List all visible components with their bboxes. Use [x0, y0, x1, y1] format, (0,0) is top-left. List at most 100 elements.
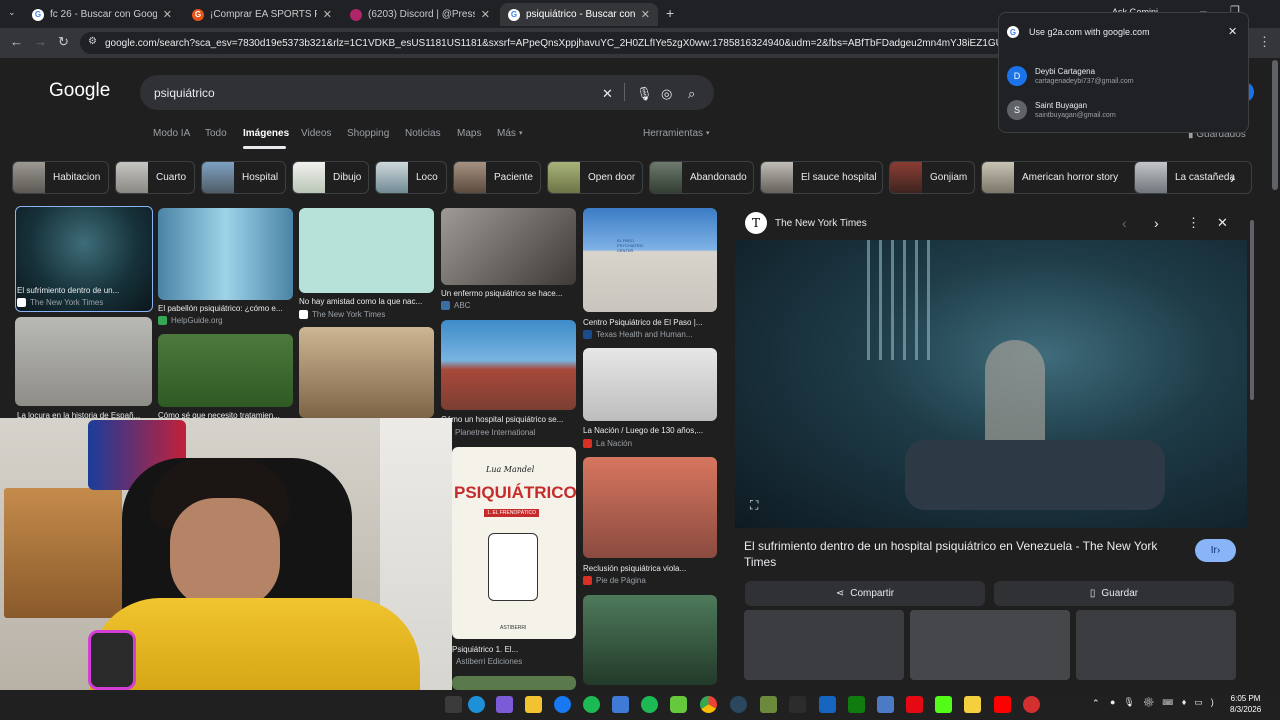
result-image-3[interactable] — [299, 208, 434, 293]
result-image-2[interactable] — [158, 208, 293, 300]
tab-videos[interactable]: Videos — [301, 128, 331, 139]
lens-search-icon[interactable]: ⛶ — [750, 498, 758, 513]
tab-modo-ia[interactable]: Modo IA — [153, 128, 190, 139]
netflix-icon[interactable] — [906, 696, 923, 713]
panel-source[interactable]: T The New York Times — [745, 212, 867, 234]
result-image-5[interactable]: EL PASO PSYCHIATRIC CENTER — [583, 208, 717, 312]
result-image-9[interactable] — [583, 348, 717, 421]
preview-image[interactable]: ⛶ — [735, 240, 1247, 528]
result-image-4[interactable] — [441, 208, 576, 285]
back-arrow-icon[interactable]: ← — [10, 34, 23, 49]
browser-tab-discord[interactable]: (6203) Discord | @Pressure ✕ — [342, 3, 498, 26]
app-icon[interactable] — [612, 696, 629, 713]
result-image-12[interactable] — [583, 595, 717, 685]
photos-icon[interactable] — [877, 696, 894, 713]
chip-el-sauce-hospital[interactable]: El sauce hospital — [760, 161, 883, 194]
close-icon[interactable]: ✕ — [1217, 215, 1228, 231]
new-tab-icon[interactable]: + — [666, 5, 674, 21]
chip-dibujo[interactable]: Dibujo — [292, 161, 369, 194]
go-button[interactable]: Ir › — [1195, 539, 1236, 562]
close-tab-icon[interactable]: ✕ — [481, 8, 490, 21]
result-caption[interactable]: Psiquiátrico 1. El... — [452, 645, 576, 654]
result-caption[interactable]: Un enfermo psiquiátrico se hace... — [441, 289, 576, 298]
steam-icon[interactable] — [730, 696, 747, 713]
google-logo[interactable]: Google — [49, 80, 110, 102]
chip-gonjiam[interactable]: Gonjiam — [889, 161, 975, 194]
result-caption[interactable]: La Nación / Luego de 130 años,... — [583, 426, 717, 435]
clear-icon[interactable]: ✕ — [602, 86, 613, 102]
close-icon[interactable]: ✕ — [1228, 25, 1237, 38]
result-image-8[interactable] — [441, 320, 576, 410]
next-icon[interactable]: › — [1154, 215, 1159, 231]
result-caption[interactable]: Cómo un hospital psiquiátrico se... — [441, 415, 576, 424]
search-icon[interactable]: ⌕ — [688, 86, 695, 102]
kick-icon[interactable] — [935, 696, 952, 713]
result-image-8-room[interactable] — [299, 327, 434, 418]
share-button[interactable]: ⋖ Compartir — [745, 581, 985, 606]
tab-shopping[interactable]: Shopping — [347, 128, 389, 139]
result-caption[interactable]: El pabellón psiquiátrico: ¿cómo e... — [158, 304, 293, 313]
microphone-icon[interactable]: 🎙 — [636, 86, 653, 102]
result-caption[interactable]: No hay amistad como la que nac... — [299, 297, 434, 306]
tray-chevron-icon[interactable]: ⌃ — [1092, 698, 1100, 709]
search-icon[interactable] — [445, 696, 462, 713]
account-saint[interactable]: S Saint Buyagan saintbuyagan@gmail.com — [1007, 95, 1116, 125]
app-red-icon[interactable] — [1023, 696, 1040, 713]
more-menu-icon[interactable]: ⋮ — [1258, 34, 1271, 50]
tab-imagenes[interactable]: Imágenes — [243, 128, 289, 139]
close-tab-icon[interactable]: ✕ — [641, 8, 650, 21]
chip-loco[interactable]: Loco — [375, 161, 447, 194]
mail-icon[interactable] — [819, 696, 836, 713]
related-thumb[interactable] — [744, 610, 904, 680]
chip-habitacion[interactable]: Habitacion — [12, 161, 109, 194]
close-tab-icon[interactable]: ✕ — [323, 8, 332, 21]
related-thumb[interactable] — [1076, 610, 1236, 680]
reload-icon[interactable]: ↻ — [58, 34, 69, 50]
chip-paciente[interactable]: Paciente — [453, 161, 541, 194]
tray-icons[interactable]: ●🎙⚙⌨♦▭) — [1110, 697, 1222, 708]
related-thumb[interactable] — [910, 610, 1070, 680]
copilot-icon[interactable] — [496, 696, 513, 713]
browser-tab-psiquiatrico[interactable]: G psiquiátrico - Buscar con Goog ✕ — [500, 3, 658, 26]
chrome-icon[interactable] — [700, 696, 717, 713]
result-image-6[interactable] — [15, 317, 152, 406]
result-image-7[interactable] — [158, 334, 293, 407]
tab-noticias[interactable]: Noticias — [405, 128, 441, 139]
tab-todo[interactable]: Todo — [205, 128, 227, 139]
chip-open-door[interactable]: Open door — [547, 161, 643, 194]
result-caption[interactable]: Centro Psiquiátrico de El Paso |... — [583, 318, 717, 327]
spotify-icon[interactable] — [641, 696, 658, 713]
tools-button[interactable]: Herramientas — [643, 128, 703, 139]
tab-maps[interactable]: Maps — [457, 128, 481, 139]
youtube-icon[interactable] — [994, 696, 1011, 713]
roblox-icon[interactable] — [964, 696, 981, 713]
browser-tab-ea[interactable]: G ¡Comprar EA SPORTS FC 26 (PC ✕ — [184, 3, 340, 26]
page-scrollbar[interactable] — [1270, 58, 1280, 690]
chevron-right-icon[interactable]: › — [1230, 170, 1235, 186]
result-image-10[interactable]: Lua Mandel PSIQUIÁTRICO 1. EL FRENOPÁTIC… — [452, 447, 576, 639]
chip-hospital[interactable]: Hospital — [201, 161, 286, 194]
browser-tab-fc26[interactable]: G fc 26 - Buscar con Google ✕ — [24, 3, 180, 26]
chip-abandonado[interactable]: Abandonado — [649, 161, 754, 194]
result-image-partial[interactable] — [452, 676, 576, 690]
result-caption[interactable]: El sufrimiento dentro de un... — [17, 286, 151, 295]
result-image-1[interactable] — [15, 206, 153, 312]
result-image-11[interactable] — [583, 457, 717, 558]
scroll-thumb[interactable] — [1272, 60, 1278, 190]
more-options-icon[interactable]: ⋮ — [1187, 215, 1200, 231]
spotify-icon[interactable] — [583, 696, 600, 713]
lens-camera-icon[interactable]: ◎ — [661, 86, 672, 102]
file-explorer-icon[interactable] — [525, 696, 542, 713]
tab-mas[interactable]: Más — [497, 128, 516, 139]
tab-search-chevron-icon[interactable]: ⌄ — [8, 7, 16, 18]
close-tab-icon[interactable]: ✕ — [163, 8, 172, 21]
xbox-icon[interactable] — [848, 696, 865, 713]
search-input[interactable]: psiquiátrico — [140, 75, 714, 110]
preview-title[interactable]: El sufrimiento dentro de un hospital psi… — [744, 538, 1174, 570]
facebook-icon[interactable] — [554, 696, 571, 713]
result-caption[interactable]: Reclusión psiquiátrica viola... — [583, 564, 717, 573]
forward-arrow-icon[interactable]: → — [34, 34, 47, 49]
epic-icon[interactable] — [789, 696, 806, 713]
chip-american-horror-story[interactable]: American horror story — [981, 161, 1141, 194]
chip-cuarto[interactable]: Cuarto — [115, 161, 195, 194]
